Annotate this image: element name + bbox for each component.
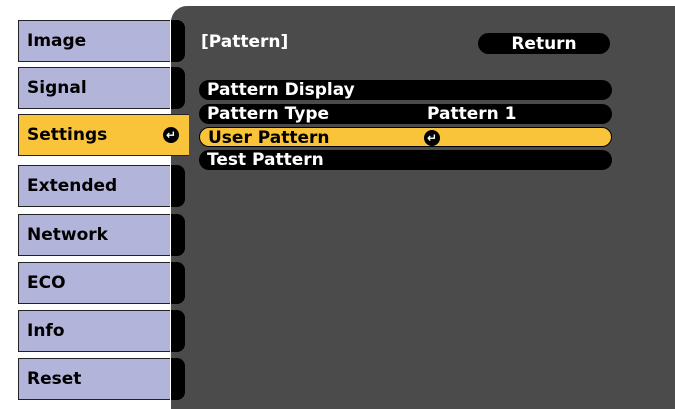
menu-row-pattern-display[interactable]: Pattern Display [199, 80, 612, 100]
settings-panel [171, 6, 675, 409]
tab-connector [171, 214, 185, 256]
tab-settings[interactable]: Settings ↵ [18, 114, 189, 156]
tab-label: Extended [27, 176, 118, 196]
page-title: [Pattern] [201, 32, 289, 52]
tab-eco[interactable]: ECO [18, 262, 170, 304]
tab-label: Info [27, 321, 65, 341]
tab-label: Image [27, 31, 87, 51]
row-value: Pattern 1 [427, 104, 517, 124]
row-label: Test Pattern [207, 150, 324, 170]
tab-signal[interactable]: Signal [18, 67, 170, 109]
row-label: Pattern Type [207, 104, 330, 124]
row-label: Pattern Display [207, 80, 355, 100]
tab-extended[interactable]: Extended [18, 165, 170, 207]
tab-label: Settings [27, 125, 108, 145]
tab-label: Network [27, 225, 108, 245]
tab-label: ECO [27, 273, 66, 293]
tab-connector [171, 67, 185, 109]
row-label: User Pattern [208, 128, 330, 148]
menu-row-test-pattern[interactable]: Test Pattern [199, 150, 612, 170]
enter-icon: ↵ [424, 130, 440, 146]
tab-connector [171, 358, 185, 400]
tab-reset[interactable]: Reset [18, 358, 170, 400]
tab-info[interactable]: Info [18, 310, 170, 352]
tab-label: Signal [27, 78, 87, 98]
tab-image[interactable]: Image [18, 20, 170, 62]
tab-connector [171, 165, 185, 207]
return-button[interactable]: Return [478, 33, 610, 54]
tab-connector [171, 262, 185, 304]
tab-network[interactable]: Network [18, 214, 170, 256]
tab-connector [171, 20, 185, 62]
menu-row-user-pattern[interactable]: User Pattern ↵ [199, 127, 612, 148]
menu-row-pattern-type[interactable]: Pattern Type Pattern 1 [199, 104, 612, 124]
enter-icon: ↵ [163, 127, 179, 143]
tab-connector [171, 310, 185, 352]
tab-label: Reset [27, 369, 82, 389]
